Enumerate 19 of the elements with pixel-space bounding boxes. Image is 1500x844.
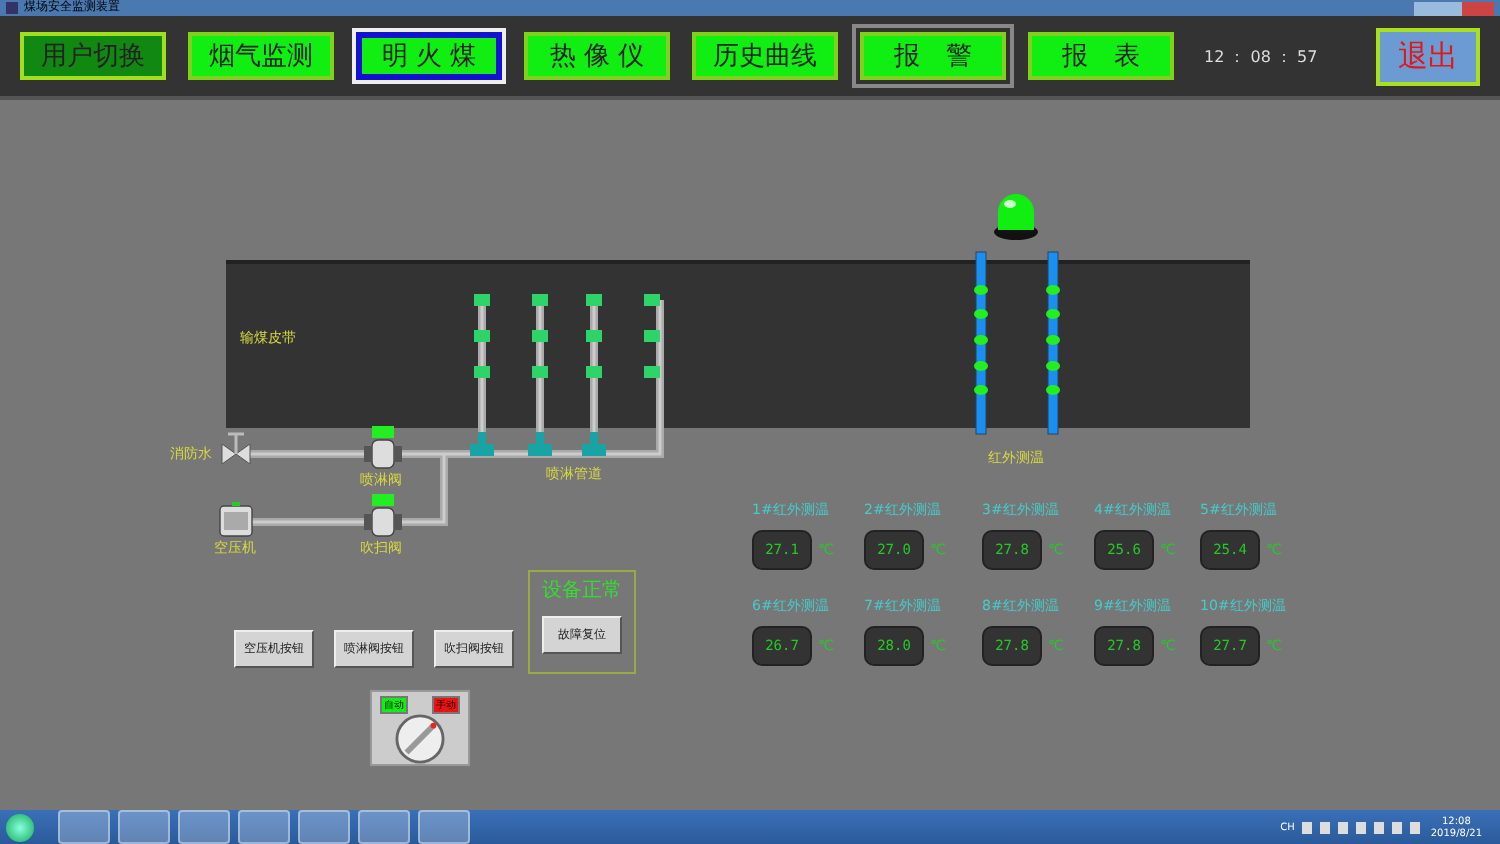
taskbar-app-icon[interactable] (418, 810, 470, 844)
taskbar-app-icon[interactable] (58, 810, 110, 844)
window-controls-icon[interactable] (1414, 1, 1494, 15)
taskbar-app-icon[interactable] (178, 810, 230, 844)
taskbar-app-icon[interactable] (118, 810, 170, 844)
selector-knob-icon[interactable] (394, 714, 446, 764)
nav-tab[interactable]: 历史曲线 (692, 32, 838, 80)
clock: 12 ： 08 ： 57 (1204, 45, 1320, 67)
taskbar-app-icon[interactable] (358, 810, 410, 844)
nav-tab[interactable]: 明 火 煤 (356, 32, 502, 80)
nav-tab[interactable]: 报 表 (1028, 32, 1174, 80)
taskbar-app-icon[interactable] (298, 810, 350, 844)
start-button[interactable] (6, 813, 34, 841)
tray-icons-icon[interactable] (1302, 821, 1423, 833)
app-icon (6, 2, 18, 14)
status-text: 设备正常 (542, 577, 622, 604)
nav-tab[interactable]: 烟气监测 (188, 32, 334, 80)
taskbar-app-icon[interactable] (238, 810, 290, 844)
nav-tab[interactable]: 热 像 仪 (524, 32, 670, 80)
